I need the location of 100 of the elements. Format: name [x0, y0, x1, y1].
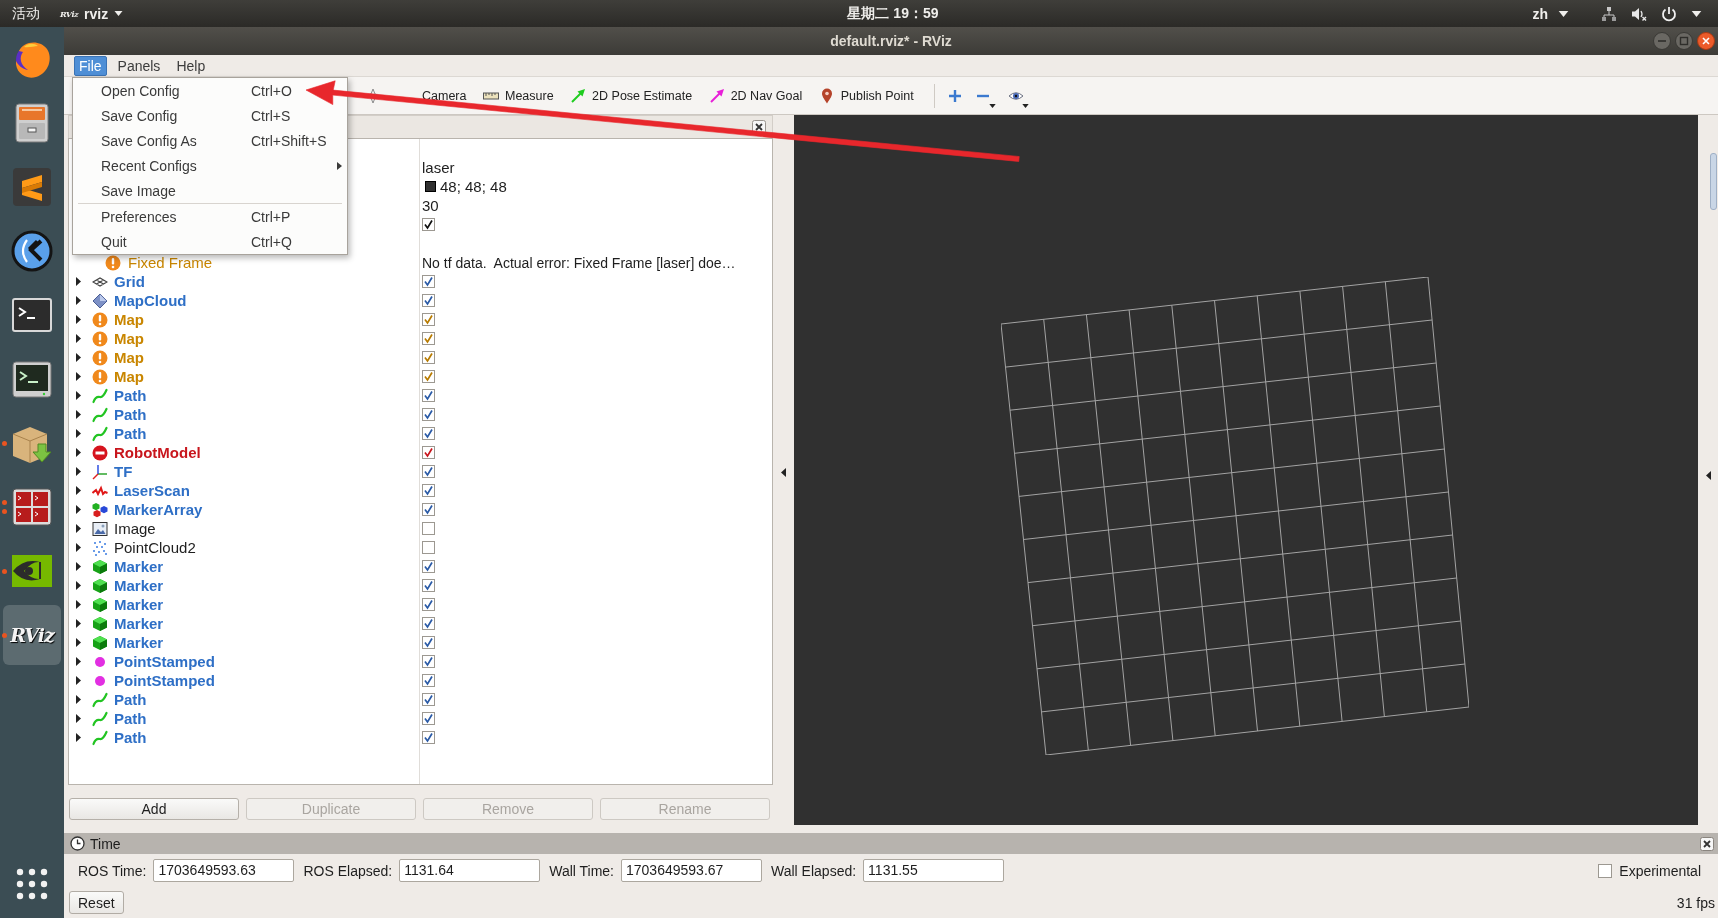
- app-grid-icon[interactable]: [16, 868, 48, 900]
- property-value[interactable]: laser: [422, 159, 455, 176]
- expand-arrow-icon[interactable]: [74, 277, 82, 286]
- property-value[interactable]: 48; 48; 48: [440, 178, 507, 195]
- checkbox[interactable]: [422, 218, 435, 231]
- plus-icon[interactable]: [947, 87, 964, 104]
- app-launcher[interactable]: RViz: [3, 605, 61, 665]
- expand-arrow-icon[interactable]: [74, 391, 82, 400]
- activities-button[interactable]: 活动: [12, 4, 40, 23]
- action-button[interactable]: Add: [69, 798, 239, 820]
- display-name[interactable]: RobotModel: [114, 444, 201, 461]
- display-name[interactable]: Image: [114, 520, 156, 537]
- display-name[interactable]: Path: [114, 729, 147, 746]
- checkbox-label[interactable]: Experimental: [1619, 862, 1701, 879]
- checkbox[interactable]: [422, 617, 435, 630]
- checkbox[interactable]: [422, 427, 435, 440]
- display-name[interactable]: Marker: [114, 596, 164, 613]
- circle-logo-icon[interactable]: [10, 229, 54, 273]
- checkbox[interactable]: [422, 712, 435, 725]
- display-name[interactable]: Path: [114, 406, 147, 423]
- display-name[interactable]: Path: [114, 387, 147, 404]
- caret-icon[interactable]: [989, 103, 997, 108]
- input-method-menu[interactable]: zh: [1532, 5, 1569, 22]
- expand-arrow-icon[interactable]: [74, 296, 82, 305]
- collapse-arrow-icon[interactable]: [781, 468, 786, 477]
- expand-arrow-icon[interactable]: [74, 334, 82, 343]
- checkbox[interactable]: [422, 408, 435, 421]
- checkbox[interactable]: [422, 484, 435, 497]
- reset-button[interactable]: Reset: [69, 891, 124, 914]
- checkbox[interactable]: [422, 294, 435, 307]
- checkbox[interactable]: [422, 503, 435, 516]
- display-name[interactable]: Path: [114, 710, 147, 727]
- menu-item[interactable]: Save Config As Ctrl+Shift+S: [73, 128, 327, 153]
- checkbox[interactable]: [422, 446, 435, 459]
- checkbox[interactable]: [422, 731, 435, 744]
- display-name[interactable]: TF: [114, 463, 133, 480]
- checkbox[interactable]: [422, 541, 435, 554]
- app-menu[interactable]: RViz rviz: [60, 5, 124, 22]
- menu-item[interactable]: Save Config Ctrl+S: [73, 103, 291, 128]
- expand-arrow-icon[interactable]: [74, 372, 82, 381]
- text-field[interactable]: 1703649593.67: [621, 859, 762, 882]
- split-terminal-icon[interactable]: [10, 485, 54, 529]
- display-name[interactable]: PointCloud2: [114, 539, 196, 556]
- checkbox[interactable]: [422, 674, 435, 687]
- expand-arrow-icon[interactable]: [74, 543, 82, 552]
- checkbox[interactable]: [422, 560, 435, 573]
- tool-button[interactable]: Measure: [478, 84, 558, 107]
- expand-arrow-icon[interactable]: [74, 657, 82, 666]
- tool-button[interactable]: 2D Pose Estimate: [566, 84, 697, 107]
- checkbox[interactable]: [422, 370, 435, 383]
- expand-arrow-icon[interactable]: [74, 448, 82, 457]
- property-value[interactable]: 30: [422, 197, 439, 214]
- checkbox[interactable]: [422, 332, 435, 345]
- expand-arrow-icon[interactable]: [74, 505, 82, 514]
- expand-arrow-icon[interactable]: [74, 638, 82, 647]
- display-name[interactable]: Marker: [114, 558, 164, 575]
- checkbox[interactable]: [422, 351, 435, 364]
- checkbox[interactable]: [1598, 863, 1613, 878]
- checkbox[interactable]: [422, 579, 435, 592]
- text-field[interactable]: 1131.55: [863, 859, 1005, 882]
- checkbox[interactable]: [422, 693, 435, 706]
- expand-arrow-icon[interactable]: [74, 600, 82, 609]
- menu-item[interactable]: Quit Ctrl+Q: [73, 229, 292, 254]
- display-name[interactable]: Grid: [114, 273, 145, 290]
- close-icon[interactable]: [1697, 32, 1715, 50]
- checkbox[interactable]: [422, 313, 435, 326]
- expand-arrow-icon[interactable]: [74, 619, 82, 628]
- display-name[interactable]: Marker: [114, 577, 164, 594]
- expand-arrow-icon[interactable]: [74, 410, 82, 419]
- expand-arrow-icon[interactable]: [74, 429, 82, 438]
- text-field[interactable]: 1131.64: [399, 859, 541, 882]
- display-name[interactable]: PointStamped: [114, 672, 215, 689]
- checkbox[interactable]: [422, 598, 435, 611]
- display-name[interactable]: Marker: [114, 634, 164, 651]
- expand-arrow-icon[interactable]: [74, 315, 82, 324]
- display-name[interactable]: PointStamped: [114, 653, 215, 670]
- display-name[interactable]: MarkerArray: [114, 501, 203, 518]
- menu-item[interactable]: Recent Configs: [73, 153, 347, 178]
- display-name[interactable]: LaserScan: [114, 482, 190, 499]
- checkbox[interactable]: [422, 275, 435, 288]
- display-name[interactable]: MapCloud: [114, 292, 187, 309]
- checkbox[interactable]: [422, 389, 435, 402]
- s-tile-icon[interactable]: [10, 165, 54, 209]
- expand-arrow-icon[interactable]: [74, 714, 82, 723]
- expand-arrow-icon[interactable]: [74, 676, 82, 685]
- display-name[interactable]: Path: [114, 691, 147, 708]
- menu-bar-item[interactable]: Panels: [112, 55, 166, 76]
- menu-item[interactable]: Open Config Ctrl+O: [73, 78, 292, 103]
- clock-label[interactable]: 星期二 19：59: [847, 4, 939, 23]
- splitter-handle[interactable]: [1709, 153, 1717, 210]
- text-field[interactable]: 1703649593.63: [153, 859, 295, 882]
- checkbox[interactable]: [422, 465, 435, 478]
- tool-button[interactable]: 2D Nav Goal: [704, 84, 807, 107]
- expand-arrow-icon[interactable]: [74, 486, 82, 495]
- display-name[interactable]: Marker: [114, 615, 164, 632]
- close-icon[interactable]: [1700, 836, 1714, 851]
- menu-bar-item[interactable]: Help: [171, 55, 211, 76]
- expand-arrow-icon[interactable]: [74, 695, 82, 704]
- display-name[interactable]: Path: [114, 425, 147, 442]
- checkbox[interactable]: [422, 522, 435, 535]
